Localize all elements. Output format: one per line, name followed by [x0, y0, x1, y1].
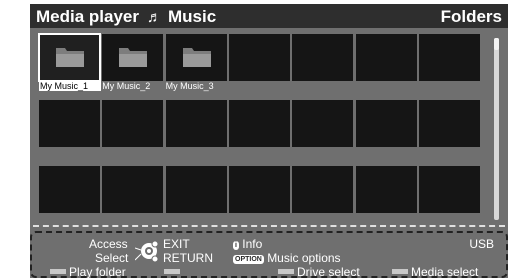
color-key-icon	[392, 269, 408, 274]
folder-label: My Music_1	[39, 81, 101, 91]
music-options-option[interactable]: OPTION Music options	[233, 251, 341, 265]
media-tile[interactable]	[355, 166, 417, 213]
media-tile[interactable]	[418, 166, 480, 213]
title-left: Media player ♬ Music	[36, 7, 216, 27]
media-tile[interactable]	[228, 34, 290, 81]
folder-icon	[56, 48, 84, 67]
media-tile[interactable]	[39, 100, 100, 147]
folder-icon	[119, 48, 148, 67]
folder-icon	[182, 48, 211, 67]
media-tile[interactable]	[292, 100, 354, 147]
info-option[interactable]: i Info	[233, 237, 262, 251]
folder-tile[interactable]: My Music_2	[102, 34, 164, 91]
scrollbar[interactable]	[494, 38, 499, 220]
media-select-option[interactable]: Media select	[392, 265, 478, 279]
media-tile[interactable]	[102, 166, 164, 213]
exit-label[interactable]: EXIT	[163, 237, 190, 251]
title-folders: Folders	[440, 7, 502, 26]
music-note-icon: ♬	[147, 8, 162, 26]
folder-grid: My Music_1 My Music_2 My Music_3	[38, 33, 497, 222]
media-tile[interactable]	[228, 166, 290, 213]
media-select-label: Media select	[411, 265, 479, 279]
media-player-screen: Media player ♬ Music Folders My Music_1 M…	[30, 4, 508, 279]
folder-tile[interactable]: My Music_3	[165, 34, 227, 91]
color-key-icon	[278, 269, 294, 274]
select-label: Select	[95, 251, 129, 265]
media-tile[interactable]	[418, 34, 480, 81]
color-key-icon	[50, 269, 66, 274]
drive-select-label: Drive select	[297, 265, 360, 279]
scrollbar-thumb[interactable]	[494, 38, 499, 50]
media-tile[interactable]	[39, 166, 100, 213]
media-tile[interactable]	[165, 166, 227, 213]
blank-option[interactable]	[164, 265, 183, 279]
footer-divider	[33, 225, 505, 227]
media-tile[interactable]	[355, 100, 417, 147]
dpad-icon	[135, 240, 159, 263]
info-label: Info	[242, 237, 263, 251]
play-folder-label: Play folder	[69, 265, 126, 279]
media-tile[interactable]	[228, 100, 290, 147]
title-bar: Media player ♬ Music Folders	[30, 4, 508, 28]
music-options-label: Music options	[267, 251, 341, 265]
title-music: Music	[168, 7, 217, 26]
drive-select-option[interactable]: Drive select	[278, 265, 360, 279]
access-label: Access	[89, 237, 128, 251]
footer-help-panel: Access Select EXIT RETURN i Info OPTION …	[30, 231, 508, 279]
title-media-player: Media player	[36, 7, 139, 26]
return-label[interactable]: RETURN	[163, 251, 213, 265]
media-tile[interactable]	[102, 100, 164, 147]
media-tile[interactable]	[418, 100, 480, 147]
info-key-icon: i	[233, 241, 239, 250]
folder-tile[interactable]: My Music_1	[38, 33, 101, 91]
folder-label: My Music_2	[102, 81, 151, 91]
folder-label: My Music_3	[165, 81, 214, 91]
media-tile[interactable]	[165, 100, 227, 147]
media-tile[interactable]	[292, 34, 354, 81]
option-key-icon: OPTION	[233, 255, 264, 264]
media-tile[interactable]	[355, 34, 417, 81]
media-tile[interactable]	[292, 166, 354, 213]
device-label: USB	[469, 237, 494, 251]
play-folder-option[interactable]: Play folder	[50, 265, 126, 279]
color-key-icon	[164, 269, 180, 274]
